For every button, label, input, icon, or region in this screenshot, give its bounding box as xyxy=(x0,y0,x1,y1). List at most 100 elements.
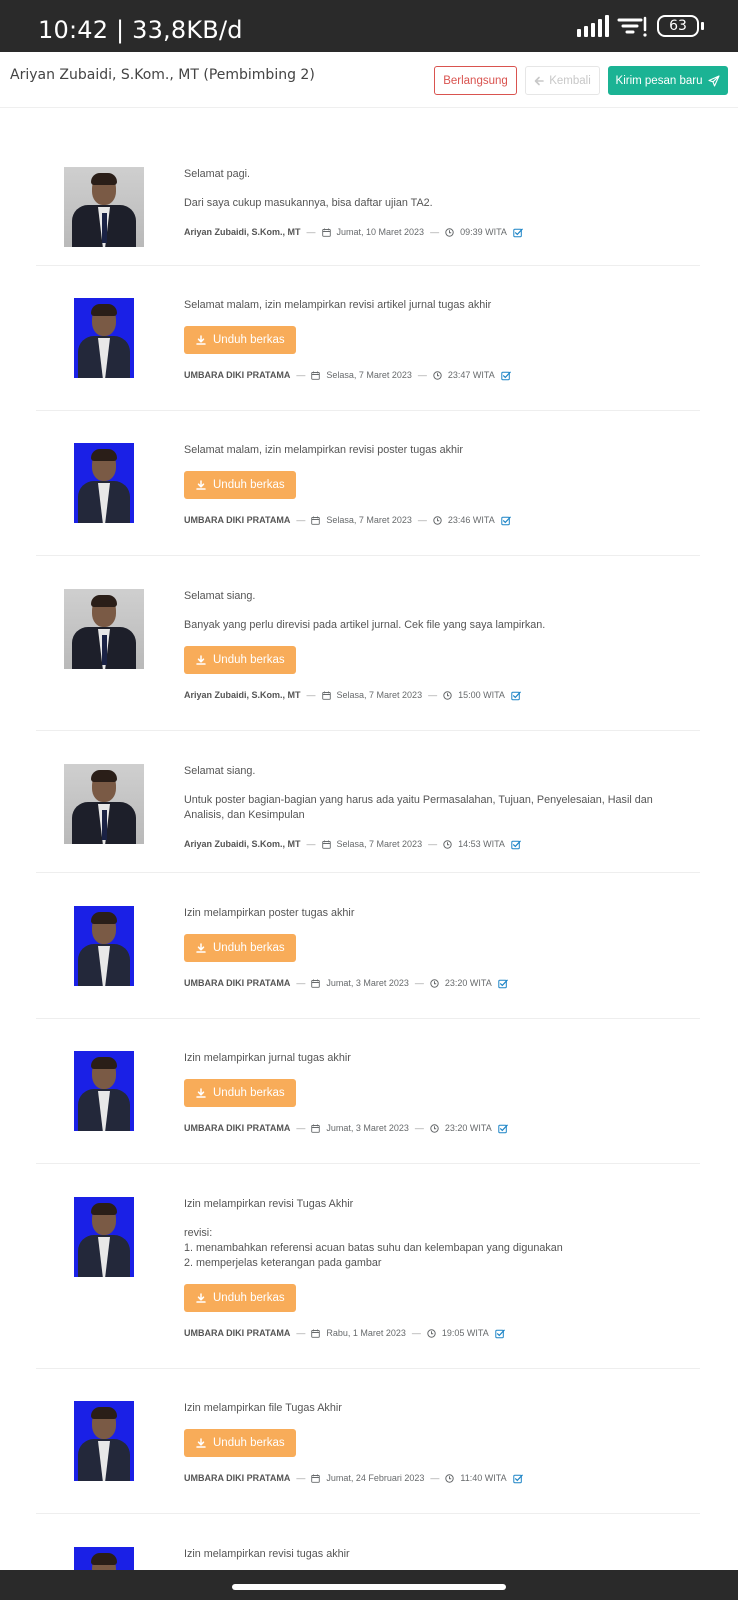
message-content: Selamat malam, izin melampirkan revisi p… xyxy=(184,443,694,528)
cellular-signal-icon xyxy=(577,15,609,37)
message-meta: Ariyan Zubaidi, S.Kom., MT — Selasa, 7 Mar… xyxy=(184,837,694,852)
system-indicators: 63 xyxy=(577,14,704,38)
calendar-icon xyxy=(321,840,331,849)
download-label: Unduh berkas xyxy=(213,653,285,666)
message-meta: Ariyan Zubaidi, S.Kom., MT — Selasa, 7 Mar… xyxy=(184,688,694,703)
paper-plane-icon xyxy=(708,74,721,87)
message-item: Izin melampirkan revisi Tugas Akhir revis… xyxy=(36,1164,700,1369)
download-icon xyxy=(196,1088,206,1098)
message-meta: UMBARA DIKI PRATAMA — Jumat, 3 Maret 2023 —… xyxy=(184,976,694,991)
message-time: 23:46 WITA xyxy=(447,515,495,525)
separator: — xyxy=(296,978,306,988)
message-author: Ariyan Zubaidi, S.Kom., MT xyxy=(184,690,301,700)
message-text: Selamat malam, izin melampirkan revisi p… xyxy=(184,444,464,456)
message-item: Izin melampirkan file Tugas Akhir Unduh b… xyxy=(36,1369,700,1514)
home-gesture-handle[interactable] xyxy=(232,1584,506,1590)
download-file-button[interactable]: Unduh berkas xyxy=(184,1284,296,1312)
calendar-icon xyxy=(311,1329,321,1338)
message-date: Jumat, 24 Februari 2023 xyxy=(326,1473,425,1483)
message-author: UMBARA DIKI PRATAMA xyxy=(184,1473,291,1483)
message-text: Selamat siang. xyxy=(184,590,256,602)
message-content: Izin melampirkan poster tugas akhir Unduh… xyxy=(184,906,694,991)
separator: — xyxy=(430,227,440,237)
separator: — xyxy=(296,370,306,380)
separator: — xyxy=(296,515,306,525)
message-content: Selamat siang. Untuk poster bagian-bagian… xyxy=(184,764,694,852)
calendar-icon xyxy=(321,691,331,700)
message-text: Dari saya cukup masukannya, bisa daftar … xyxy=(184,197,433,209)
message-item: Izin melampirkan jurnal tugas akhir Unduh… xyxy=(36,1019,700,1164)
download-file-button[interactable]: Unduh berkas xyxy=(184,1429,296,1457)
download-file-button[interactable]: Unduh berkas xyxy=(184,1079,296,1107)
clock-icon xyxy=(430,1124,439,1133)
message-author: UMBARA DIKI PRATAMA xyxy=(184,370,291,380)
message-meta: UMBARA DIKI PRATAMA — Jumat, 3 Maret 2023 —… xyxy=(184,1121,694,1136)
system-navigation-bar xyxy=(0,1570,738,1600)
separator: — xyxy=(428,690,438,700)
download-file-button[interactable]: Unduh berkas xyxy=(184,471,296,499)
message-item: Izin melampirkan poster tugas akhir Unduh… xyxy=(36,873,700,1019)
message-date: Selasa, 7 Maret 2023 xyxy=(336,839,423,849)
page-title: Ariyan Zubaidi, S.Kom., MT (Pembimbing 2… xyxy=(10,67,315,83)
separator: — xyxy=(306,690,316,700)
message-time: 15:00 WITA xyxy=(458,690,505,700)
clock-icon xyxy=(443,840,452,849)
download-file-button[interactable]: Unduh berkas xyxy=(184,326,296,354)
send-label: Kirim pesan baru xyxy=(615,74,703,87)
message-content: Selamat siang. Banyak yang perlu direvisi… xyxy=(184,589,694,703)
battery-level: 63 xyxy=(657,15,699,37)
message-author: UMBARA DIKI PRATAMA xyxy=(184,978,291,988)
message-content: Izin melampirkan revisi Tugas Akhir revis… xyxy=(184,1197,694,1341)
message-time: 19:05 WITA xyxy=(441,1328,489,1338)
conversation-header: Ariyan Zubaidi, S.Kom., MT (Pembimbing 2… xyxy=(0,52,738,108)
status-button[interactable]: Berlangsung xyxy=(434,66,517,95)
avatar xyxy=(64,764,144,844)
message-text: Izin melampirkan jurnal tugas akhir xyxy=(184,1052,351,1064)
download-icon xyxy=(196,943,206,953)
wifi-icon xyxy=(617,16,647,37)
separator: — xyxy=(428,839,438,849)
read-check-icon xyxy=(498,979,508,988)
message-date: Selasa, 7 Maret 2023 xyxy=(326,515,412,525)
separator: — xyxy=(417,515,427,525)
status-time: 10:42 | 33,8KB/d xyxy=(38,16,243,44)
back-button[interactable]: Kembali xyxy=(525,66,600,95)
separator: — xyxy=(296,1123,306,1133)
message-text: Izin melampirkan poster tugas akhir xyxy=(184,907,355,919)
message-author: UMBARA DIKI PRATAMA xyxy=(184,1123,291,1133)
read-check-icon xyxy=(511,840,521,849)
message-meta: Ariyan Zubaidi, S.Kom., MT — Jumat, 10 Mar… xyxy=(184,225,694,240)
read-check-icon xyxy=(513,228,523,237)
message-author: UMBARA DIKI PRATAMA xyxy=(184,515,291,525)
message-meta: UMBARA DIKI PRATAMA — Selasa, 7 Maret 2023… xyxy=(184,368,694,383)
download-file-button[interactable]: Unduh berkas xyxy=(184,934,296,962)
download-icon xyxy=(196,1293,206,1303)
download-file-button[interactable]: Unduh berkas xyxy=(184,646,296,674)
status-label: Berlangsung xyxy=(443,74,508,87)
message-item: Selamat malam, izin melampirkan revisi p… xyxy=(36,411,700,556)
message-date: Jumat, 10 Maret 2023 xyxy=(336,227,425,237)
avatar xyxy=(74,443,134,523)
avatar xyxy=(64,589,144,669)
message-text: Izin melampirkan file Tugas Akhir xyxy=(184,1402,342,1414)
message-item: Selamat siang. Untuk poster bagian-bagian… xyxy=(36,731,700,873)
download-icon xyxy=(196,1438,206,1448)
download-label: Unduh berkas xyxy=(213,333,285,346)
read-check-icon xyxy=(511,691,521,700)
clock-icon xyxy=(433,516,442,525)
back-label: Kembali xyxy=(549,74,591,87)
message-item: Selamat siang. Banyak yang perlu direvisi… xyxy=(36,556,700,731)
read-check-icon xyxy=(495,1329,505,1338)
separator: — xyxy=(296,1328,306,1338)
clock-icon xyxy=(445,228,454,237)
read-check-icon xyxy=(512,1474,523,1483)
message-content: Izin melampirkan jurnal tugas akhir Unduh… xyxy=(184,1051,694,1136)
message-date: Jumat, 3 Maret 2023 xyxy=(326,1123,409,1133)
calendar-icon xyxy=(311,979,321,988)
message-time: 23:20 WITA xyxy=(444,978,492,988)
clock-icon xyxy=(427,1329,436,1338)
message-meta: UMBARA DIKI PRATAMA — Selasa, 7 Maret 2023… xyxy=(184,513,694,528)
send-new-message-button[interactable]: Kirim pesan baru xyxy=(608,66,728,95)
separator: — xyxy=(296,1473,306,1483)
message-text: Izin melampirkan revisi tugas akhir xyxy=(184,1548,350,1560)
